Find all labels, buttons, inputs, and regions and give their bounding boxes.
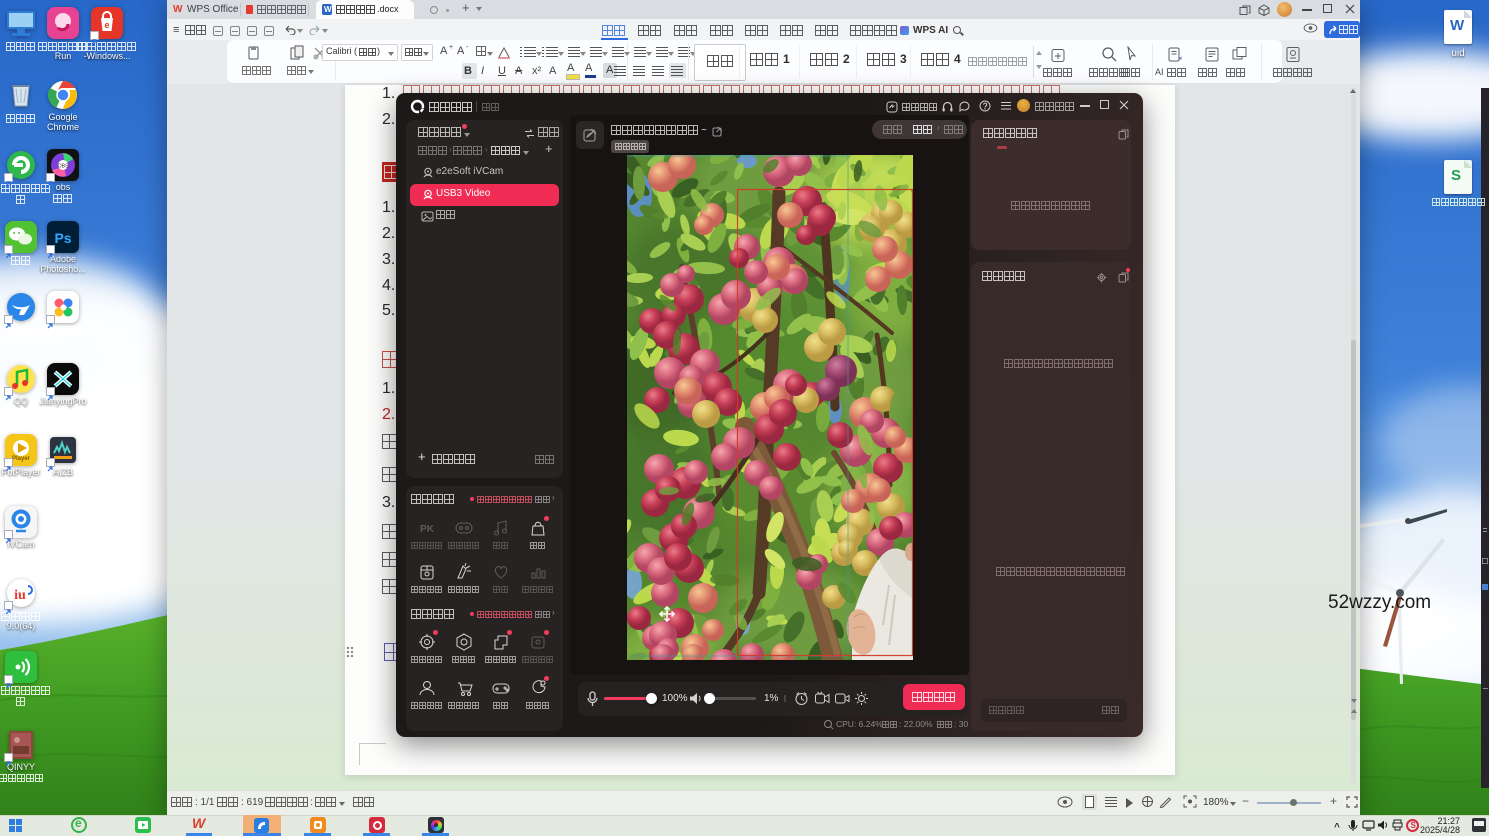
svg-text:Player: Player — [12, 456, 31, 462]
svg-text:OBS: OBS — [58, 164, 69, 170]
svg-text:Ps: Ps — [54, 230, 71, 246]
svg-text:iu: iu — [14, 588, 26, 603]
svg-text:e: e — [104, 20, 109, 30]
svg-text:PK: PK — [420, 524, 435, 535]
